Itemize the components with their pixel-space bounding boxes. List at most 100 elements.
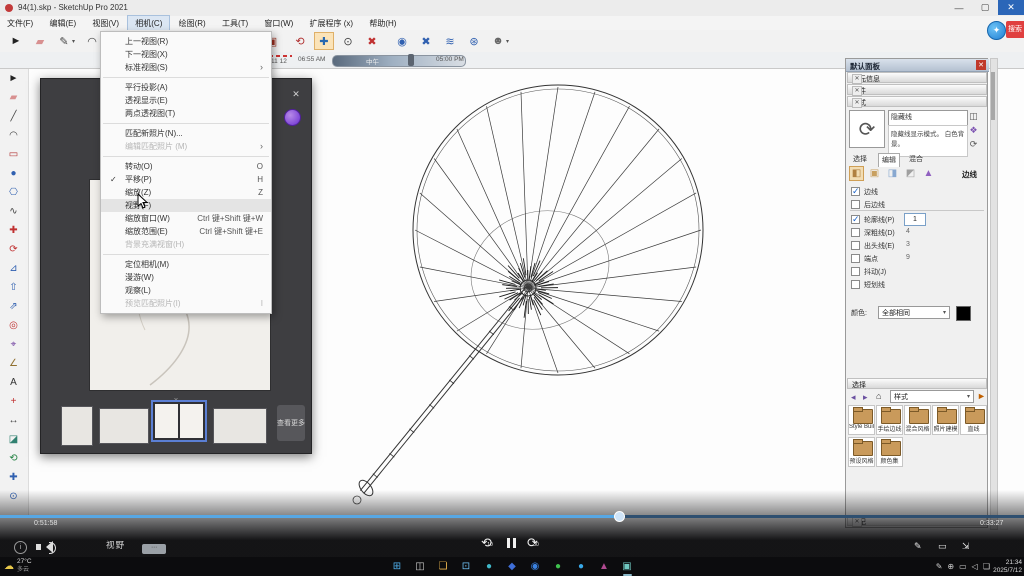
background-settings-icon[interactable]: ◨: [885, 166, 900, 181]
walk-settings-icon[interactable]: ⊛: [464, 32, 484, 50]
edge-settings-icon[interactable]: ◧: [849, 166, 864, 181]
miniplayer-icon[interactable]: ▭: [938, 541, 947, 552]
menu-item-parallel-projection[interactable]: 平行投影(A): [101, 81, 271, 94]
sketchup-taskbar-icon[interactable]: ▣: [620, 559, 635, 574]
app-badge-icon[interactable]: [284, 109, 301, 126]
tool-pan[interactable]: ✚: [3, 469, 24, 486]
back-edges-checkbox[interactable]: [851, 200, 860, 209]
menu-item-zoom[interactable]: 缩放(Z)Z: [101, 186, 271, 199]
player-progress-fill[interactable]: [0, 515, 620, 518]
view-more-button[interactable]: 查看更多: [277, 405, 305, 441]
menu-item-position-camera[interactable]: 定位相机(M): [101, 258, 271, 271]
edge-browser-icon[interactable]: ●: [482, 559, 497, 574]
style-collection-item[interactable]: 直线: [960, 405, 987, 435]
start-button-icon[interactable]: ⊞: [390, 559, 405, 574]
tray-input-method-icon[interactable]: ⊕: [947, 562, 954, 571]
menu-item-field-of-view[interactable]: 视野(F): [101, 199, 271, 212]
face-settings-icon[interactable]: ▣: [867, 166, 882, 181]
tray-pen-icon[interactable]: ✎: [936, 562, 943, 571]
menu-window[interactable]: 窗口(W): [257, 16, 300, 30]
section-entity-info[interactable]: 图元信息✕: [847, 72, 987, 83]
shadow-slider-knob[interactable]: [408, 54, 414, 66]
menu-item-orbit[interactable]: 转动(O)O: [101, 160, 271, 173]
details-arrow-icon[interactable]: ►: [977, 391, 986, 401]
style-collection-item[interactable]: 预设风格: [848, 437, 875, 467]
style-name-input[interactable]: 隐藏线: [888, 110, 968, 126]
menu-extensions[interactable]: 扩展程序 (x): [303, 16, 361, 30]
position-camera-icon[interactable]: ◉: [392, 32, 412, 50]
tray-folder-icon[interactable]: ❏: [983, 562, 990, 571]
tab-select[interactable]: 选择: [850, 153, 870, 166]
tool-line[interactable]: ╱: [3, 108, 24, 125]
display-secondary-pane-icon[interactable]: ◫: [967, 110, 980, 122]
home-icon[interactable]: ⌂: [876, 391, 881, 401]
menu-file[interactable]: 文件(F): [0, 16, 40, 30]
tray-volume-icon[interactable]: ◁: [972, 562, 978, 571]
minimize-button[interactable]: —: [946, 0, 972, 15]
tool-protractor[interactable]: ∠: [3, 355, 24, 372]
forward-arrow-icon[interactable]: ▸: [863, 392, 868, 403]
tool-rotate[interactable]: ⟳: [3, 241, 24, 258]
tool-eraser[interactable]: ▰: [3, 89, 24, 106]
rewind-10-button[interactable]: ⟲10: [481, 535, 499, 553]
menu-item-perspective[interactable]: 透视显示(E): [101, 94, 271, 107]
thumbnail-1[interactable]: [61, 406, 93, 446]
info-circle-icon[interactable]: i: [14, 541, 27, 554]
select-tool-icon[interactable]: ►: [6, 32, 26, 50]
pencil-tool-icon[interactable]: ✎: [54, 32, 74, 50]
zoom-extents-icon[interactable]: ✖: [362, 32, 382, 50]
tool-polygon[interactable]: ⎔: [3, 184, 24, 201]
menu-item-previous-view[interactable]: 上一视图(R): [101, 35, 271, 48]
tool-push-pull[interactable]: ⇧: [3, 279, 24, 296]
menu-edit[interactable]: 编辑(E): [42, 16, 83, 30]
edges-checkbox[interactable]: [851, 187, 860, 196]
a-app-icon[interactable]: ▲: [597, 559, 612, 574]
style-description[interactable]: 隐藏线显示模式。 白色背景。: [888, 125, 968, 157]
taskbar-clock[interactable]: 21:34 2025/7/12: [993, 559, 1022, 574]
profiles-checkbox[interactable]: [851, 215, 860, 224]
menu-item-match-new-photo[interactable]: 匹配新照片(N)...: [101, 127, 271, 140]
tab-edit[interactable]: 编辑: [878, 153, 900, 167]
tool-rectangle[interactable]: ▭: [3, 146, 24, 163]
menu-draw[interactable]: 绘图(R): [172, 16, 213, 30]
thumbnail-3-selected[interactable]: [151, 400, 207, 442]
overlay-app-icon[interactable]: ✦: [987, 21, 1006, 40]
tool-section-plane[interactable]: ◪: [3, 431, 24, 448]
menu-item-two-point-perspective[interactable]: 两点透视图(T): [101, 107, 271, 120]
menu-item-zoom-window[interactable]: 缩放窗口(W)Ctrl 键+Shift 键+W: [101, 212, 271, 225]
file-explorer-icon[interactable]: ❏: [436, 559, 451, 574]
task-view-icon[interactable]: ◫: [413, 559, 428, 574]
arc-tool-icon[interactable]: ◠: [82, 32, 102, 50]
endpoints-checkbox[interactable]: [851, 254, 860, 263]
browser-app-icon[interactable]: ◉: [528, 559, 543, 574]
tool-offset[interactable]: ◎: [3, 317, 24, 334]
blue-app-icon[interactable]: ◆: [505, 559, 520, 574]
tool-move[interactable]: ✚: [3, 222, 24, 239]
tool-arc[interactable]: ◠: [3, 127, 24, 144]
tray-display-icon[interactable]: ▭: [959, 562, 967, 571]
pencil-caret-icon[interactable]: ▾: [72, 38, 75, 45]
panel-header[interactable]: 默认面板: [846, 59, 989, 72]
user-account-icon[interactable]: ☻: [488, 32, 508, 50]
edge-color-swatch[interactable]: [956, 306, 971, 321]
menu-item-look-around[interactable]: 观察(L): [101, 284, 271, 297]
style-collection-item[interactable]: Style Buil: [848, 405, 875, 435]
tool-freehand[interactable]: ∿: [3, 203, 24, 220]
tool-follow-me[interactable]: ⇗: [3, 298, 24, 315]
menu-item-zoom-extents[interactable]: 缩放范围(E)Ctrl 键+Shift 键+E: [101, 225, 271, 238]
extension-checkbox[interactable]: [851, 241, 860, 250]
orbit-tool-icon[interactable]: ⟲: [290, 32, 310, 50]
pan-tool-icon[interactable]: ✚: [314, 32, 334, 50]
menu-item-walk[interactable]: 漫游(W): [101, 271, 271, 284]
pause-button[interactable]: [505, 538, 517, 550]
back-arrow-icon[interactable]: ◂: [851, 392, 856, 403]
panel-scrollbar-thumb[interactable]: [991, 72, 995, 120]
menu-camera[interactable]: 相机(C): [128, 16, 169, 30]
tool-select[interactable]: ►: [3, 70, 24, 87]
eraser-tool-icon[interactable]: ▰: [30, 32, 50, 50]
jitter-checkbox[interactable]: [851, 267, 860, 276]
forward-30-button[interactable]: ⟳30: [527, 535, 545, 553]
style-collection-dropdown[interactable]: 样式▾: [890, 390, 974, 403]
style-collection-item[interactable]: 混合风格: [904, 405, 931, 435]
menu-view[interactable]: 视图(V): [85, 16, 126, 30]
